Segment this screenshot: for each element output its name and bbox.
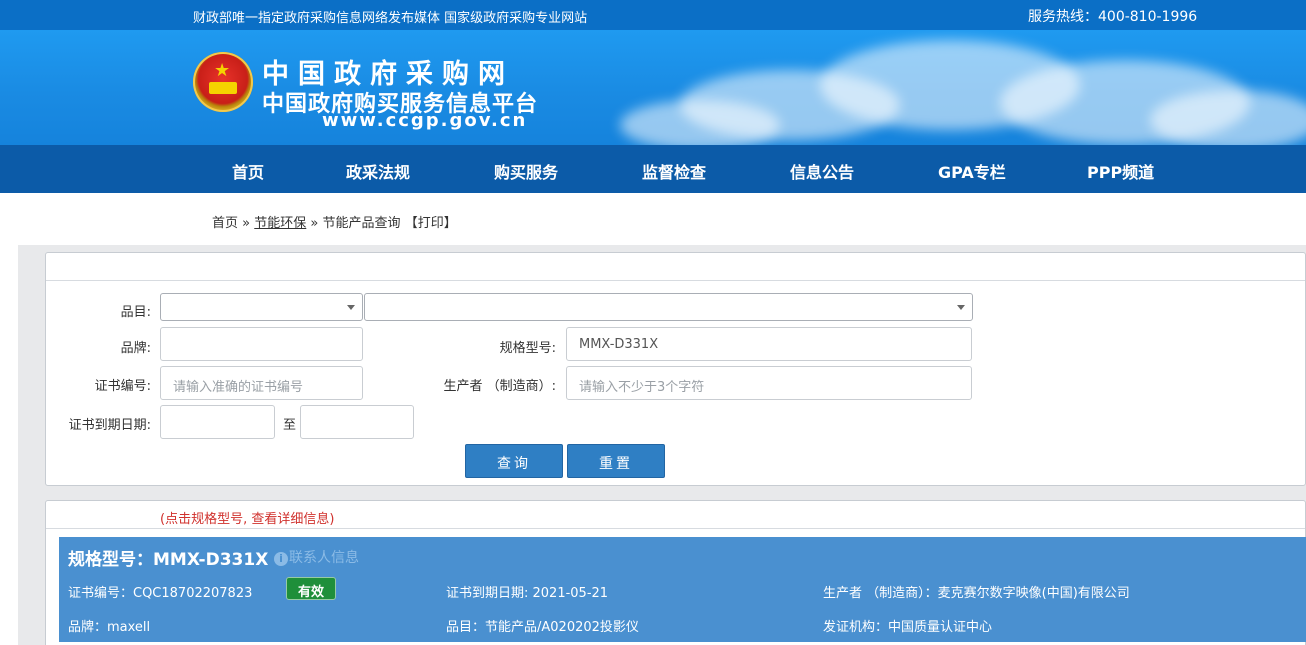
result-expiry: 证书到期日期: 2021-05-21	[446, 586, 609, 601]
results-panel: 清单 (点击规格型号, 查看详细信息) 规格型号：MMX-D331X i 联系人信…	[45, 500, 1306, 645]
status-badge: 有效	[286, 577, 336, 600]
query-panel: 查询条件 品目: 品牌: 规格型号: MMX-D331X 证书编号: 请输入准确…	[45, 252, 1306, 486]
breadcrumb-separator: »	[310, 216, 319, 231]
site-slogan: 财政部唯一指定政府采购信息网络发布媒体 国家级政府采购专业网站	[193, 11, 588, 26]
result-category: 品目：节能产品/A020202投影仪	[446, 620, 639, 635]
chevron-down-icon	[957, 305, 965, 310]
category-select-1[interactable]	[160, 293, 363, 321]
cert-no-label: 证书编号:	[94, 379, 151, 394]
site-url: www.ccgp.gov.cn	[322, 110, 528, 131]
breadcrumb: 首页 » 节能环保 » 节能产品查询 【打印】	[212, 212, 457, 231]
reset-button[interactable]: 重置	[567, 444, 665, 478]
nav-item-home[interactable]: 首页	[232, 159, 264, 183]
expiry-label: 证书到期日期:	[68, 418, 151, 433]
breadcrumb-separator: »	[242, 216, 251, 231]
manufacturer-label: 生产者 （制造商）:	[443, 379, 556, 394]
query-panel-title: 查询条件	[56, 263, 109, 278]
results-panel-title: 清单	[56, 511, 83, 526]
contact-info-label: 联系人信息	[289, 550, 359, 566]
result-card: 规格型号：MMX-D331X i 联系人信息 证书编号：CQC1870220782…	[59, 537, 1306, 642]
service-hotline: 服务热线：400-810-1996	[1028, 9, 1198, 25]
expiry-range-separator: 至	[282, 418, 296, 433]
main-nav: 首页 政采法规 购买服务 监督检查 信息公告 GPA专栏 PPP频道	[0, 145, 1306, 193]
model-label: 规格型号:	[499, 341, 556, 356]
results-hint: (点击规格型号, 查看详细信息)	[160, 512, 335, 527]
nav-item-regulations[interactable]: 政采法规	[346, 159, 410, 183]
info-icon: i	[274, 552, 288, 566]
category-select-2[interactable]	[364, 293, 973, 321]
manufacturer-input[interactable]: 请输入不少于3个字符	[566, 366, 972, 400]
nav-item-supervision[interactable]: 监督检查	[642, 159, 706, 183]
cert-no-input[interactable]: 请输入准确的证书编号	[160, 366, 363, 400]
query-panel-header: 查询条件	[46, 253, 1305, 281]
header-banner: ★ 中国政府采购网 中国政府购买服务信息平台 www.ccgp.gov.cn	[0, 30, 1306, 145]
result-cert-no: 证书编号：CQC18702207823	[68, 586, 253, 601]
results-panel-header: 清单 (点击规格型号, 查看详细信息)	[46, 501, 1305, 529]
chevron-down-icon	[347, 305, 355, 310]
nav-item-ppp[interactable]: PPP频道	[1087, 159, 1154, 183]
breadcrumb-section-link[interactable]: 节能环保	[254, 216, 306, 231]
print-link[interactable]: 【打印】	[405, 216, 457, 231]
contact-info-link[interactable]: i 联系人信息	[274, 547, 359, 567]
search-button[interactable]: 查询	[465, 444, 563, 478]
national-emblem-icon[interactable]: ★	[193, 52, 253, 112]
brand-input[interactable]	[160, 327, 363, 361]
breadcrumb-current: 节能产品查询	[322, 216, 401, 231]
expiry-from-input[interactable]	[160, 405, 275, 439]
expiry-to-input[interactable]	[300, 405, 414, 439]
category-label: 品目:	[120, 305, 151, 320]
cloud-decoration	[1150, 90, 1306, 145]
results-panel-tab: 清单	[46, 501, 114, 529]
cloud-decoration	[620, 100, 780, 145]
query-panel-tab: 查询条件	[46, 253, 142, 281]
nav-item-gpa[interactable]: GPA专栏	[938, 159, 1006, 183]
result-issuer: 发证机构：中国质量认证中心	[823, 620, 993, 635]
nav-item-announcements[interactable]: 信息公告	[790, 159, 854, 183]
top-bar: 财政部唯一指定政府采购信息网络发布媒体 国家级政府采购专业网站 服务热线：400…	[0, 0, 1306, 30]
nav-item-purchase-services[interactable]: 购买服务	[494, 159, 558, 183]
brand-label: 品牌:	[120, 341, 151, 356]
result-model-link[interactable]: 规格型号：MMX-D331X	[68, 545, 268, 570]
result-manufacturer: 生产者 （制造商）：麦克赛尔数字映像(中国)有限公司	[823, 586, 1130, 601]
result-brand: 品牌：maxell	[68, 620, 151, 635]
breadcrumb-home[interactable]: 首页	[212, 216, 238, 231]
model-input[interactable]: MMX-D331X	[566, 327, 972, 361]
